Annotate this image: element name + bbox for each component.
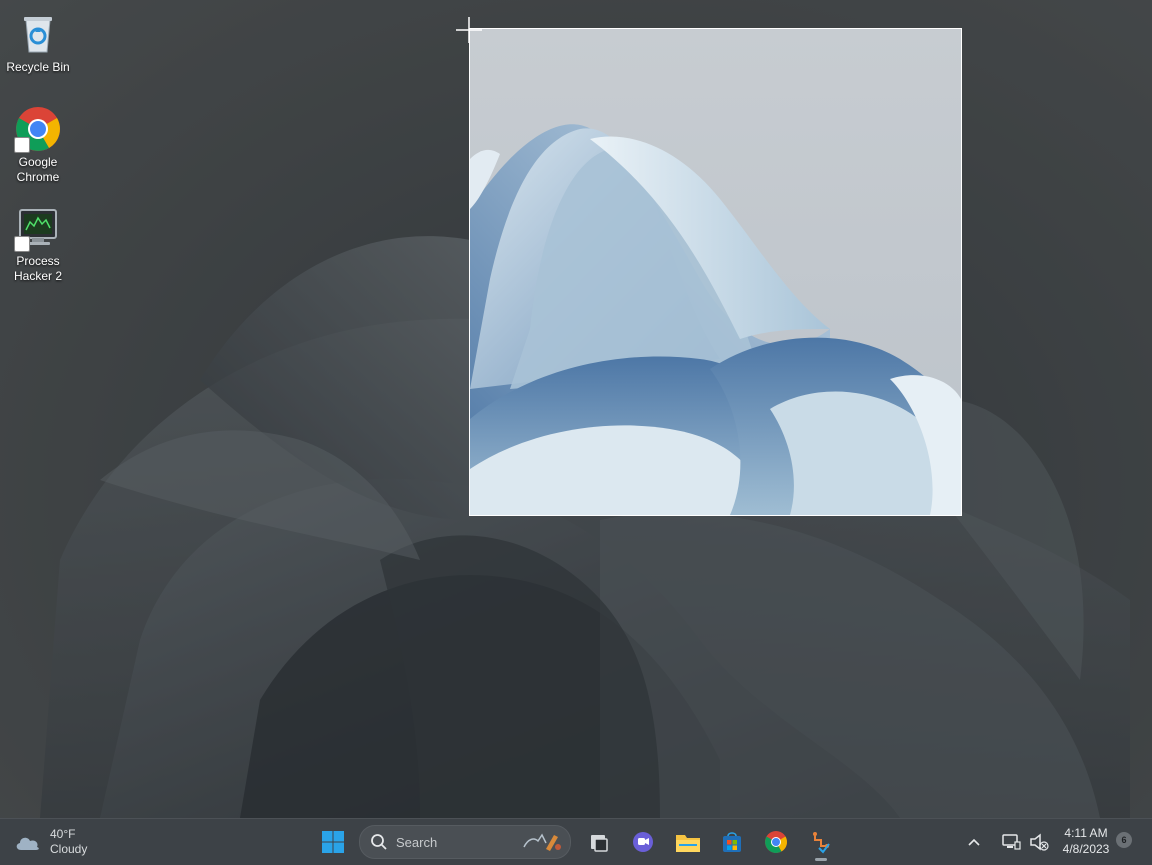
file-explorer-button[interactable] xyxy=(671,825,705,859)
snip-selection-region[interactable] xyxy=(469,28,962,516)
clock-time: 4:11 AM xyxy=(1064,826,1108,840)
chevron-up-icon xyxy=(968,838,980,846)
shortcut-arrow-icon xyxy=(14,236,30,252)
desktop-icon-label: Recycle Bin xyxy=(6,60,70,74)
desktop-icon-recycle-bin[interactable]: Recycle Bin xyxy=(0,10,76,75)
notification-badge[interactable]: 6 xyxy=(1116,832,1132,848)
taskbar-clock[interactable]: 4:11 AM 4/8/2023 xyxy=(1056,825,1116,857)
chat-button[interactable] xyxy=(626,825,660,859)
volume-button[interactable] xyxy=(1026,825,1052,859)
microsoft-store-button[interactable] xyxy=(715,825,749,859)
volume-muted-icon xyxy=(1030,833,1049,851)
taskbar-search-box[interactable]: Search xyxy=(359,825,571,859)
recycle-bin-icon xyxy=(14,10,62,58)
snipping-tool-button[interactable] xyxy=(804,825,838,861)
network-button[interactable] xyxy=(998,825,1024,859)
store-icon xyxy=(723,832,741,852)
show-hidden-icons-button[interactable] xyxy=(962,825,986,859)
wallpaper-bloom-highlighted xyxy=(470,124,961,515)
desktop-icon-label: Google Chrome xyxy=(16,155,60,184)
cloud-icon xyxy=(16,837,39,850)
search-highlight-doodle-icon xyxy=(523,833,561,851)
desktop: Recycle Bin Google Chrome Process Hacker… xyxy=(0,0,1152,818)
chrome-taskbar-button[interactable] xyxy=(759,825,793,859)
crosshair-cursor-icon xyxy=(456,17,482,43)
process-hacker-icon xyxy=(14,204,62,252)
weather-condition: Cloudy xyxy=(50,842,88,856)
weather-widget[interactable]: 40°F Cloudy xyxy=(14,825,87,859)
search-icon xyxy=(371,834,387,850)
desktop-icon-label: Process Hacker 2 xyxy=(13,254,63,283)
search-label: Search xyxy=(396,834,438,850)
taskbar: 40°F Cloudy Search 4:11 AM 4/8/2023 6 xyxy=(0,818,1152,865)
desktop-icon-process-hacker[interactable]: Process Hacker 2 xyxy=(0,204,76,284)
shortcut-arrow-icon xyxy=(14,137,30,153)
chrome-icon xyxy=(14,105,62,153)
chat-icon xyxy=(633,832,653,852)
desktop-icon-google-chrome[interactable]: Google Chrome xyxy=(0,105,76,185)
start-button[interactable] xyxy=(316,825,350,859)
task-view-button[interactable] xyxy=(582,825,616,859)
weather-temperature: 40°F xyxy=(50,827,76,841)
clock-date: 4/8/2023 xyxy=(1062,842,1110,856)
weather-text: 40°F Cloudy xyxy=(50,827,87,857)
network-icon xyxy=(1002,834,1021,850)
active-app-indicator xyxy=(815,858,827,861)
snipping-tool-icon xyxy=(813,832,830,854)
task-view-icon xyxy=(591,835,608,852)
windows-start-icon xyxy=(322,831,344,853)
chrome-icon xyxy=(765,831,787,853)
file-explorer-icon xyxy=(676,835,700,852)
